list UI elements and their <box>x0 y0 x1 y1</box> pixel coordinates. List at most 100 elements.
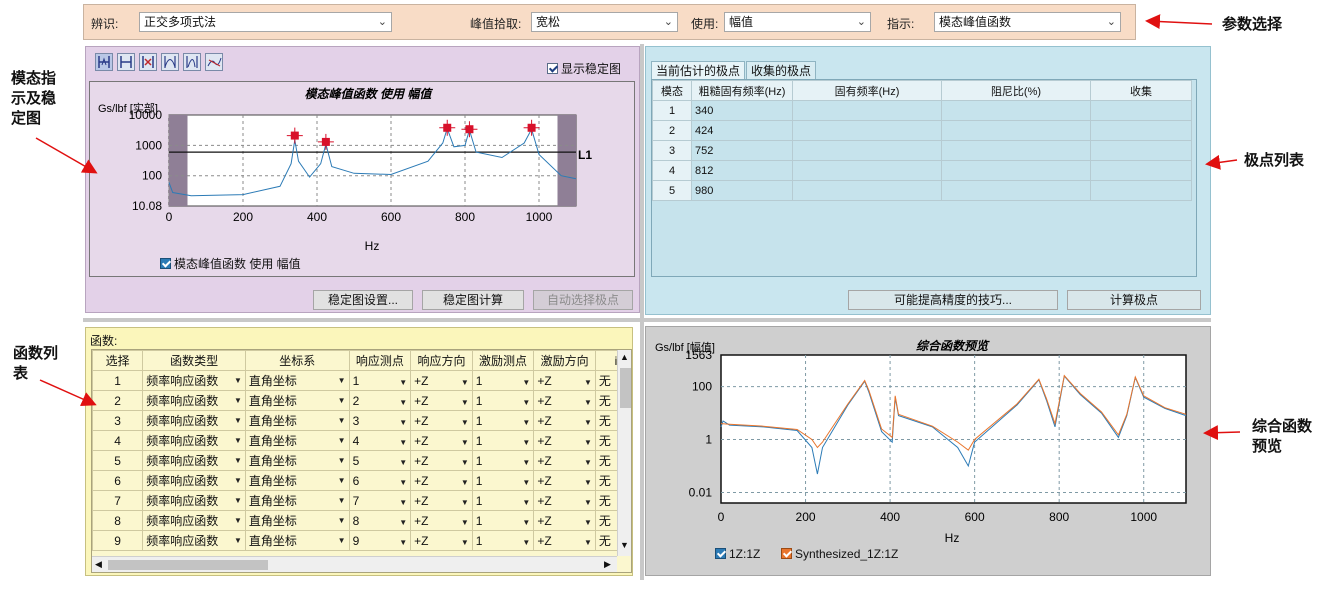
func-resp-point-cell[interactable]: 2 ▼ <box>348 390 412 411</box>
synth-legend-synthesized[interactable]: Synthesized_1Z:1Z <box>781 547 898 561</box>
indicator-select[interactable]: 模态峰值函数 ⌄ <box>934 12 1121 32</box>
func-select-cell[interactable]: 5 <box>92 450 144 471</box>
peak-marker[interactable] <box>527 123 536 132</box>
peak-select[interactable]: 宽松 ⌄ <box>531 12 678 32</box>
scroll-left-icon[interactable]: ◀ <box>95 559 102 570</box>
function-row[interactable]: 9 频率响应函数 ▼ 直角坐标 ▼ 9 ▼ +Z ▼ 1 ▼ +Z ▼ 无 <box>92 530 631 551</box>
dropdown-arrow-icon[interactable]: ▼ <box>522 478 530 487</box>
func-coord-cell[interactable]: 直角坐标 ▼ <box>244 470 350 491</box>
func-select-cell[interactable]: 7 <box>92 490 144 511</box>
pole-collect-cell[interactable] <box>1090 120 1192 141</box>
func-resp-dir-cell[interactable]: +Z ▼ <box>410 450 473 471</box>
func-select-cell[interactable]: 1 <box>92 370 144 391</box>
pole-damping-cell[interactable] <box>941 160 1091 181</box>
dropdown-arrow-icon[interactable]: ▼ <box>399 478 407 487</box>
dropdown-arrow-icon[interactable]: ▼ <box>399 378 407 387</box>
scroll-down-icon[interactable]: ▼ <box>620 540 629 550</box>
func-exc-point-cell[interactable]: 1 ▼ <box>471 410 535 431</box>
pole-collect-cell[interactable] <box>1090 140 1192 161</box>
dropdown-arrow-icon[interactable]: ▼ <box>234 536 242 545</box>
pole-rough-freq-cell[interactable]: 812 <box>691 160 793 181</box>
pole-rough-freq-cell[interactable]: 752 <box>691 140 793 161</box>
func-resp-dir-cell[interactable]: +Z ▼ <box>410 390 473 411</box>
func-exc-point-cell[interactable]: 1 ▼ <box>471 370 535 391</box>
peak-marker[interactable] <box>465 125 474 134</box>
dropdown-arrow-icon[interactable]: ▼ <box>338 516 346 525</box>
dropdown-arrow-icon[interactable]: ▼ <box>584 438 592 447</box>
func-select-cell[interactable]: 6 <box>92 470 144 491</box>
func-exc-point-cell[interactable]: 1 ▼ <box>471 390 535 411</box>
func-select-cell[interactable]: 9 <box>92 530 144 551</box>
pole-damping-cell[interactable] <box>941 120 1091 141</box>
dropdown-arrow-icon[interactable]: ▼ <box>234 376 242 385</box>
func-select-cell[interactable]: 2 <box>92 390 144 411</box>
dropdown-arrow-icon[interactable]: ▼ <box>399 538 407 547</box>
func-exc-dir-cell[interactable]: +Z ▼ <box>533 530 596 551</box>
tab-current-poles[interactable]: 当前估计的极点 <box>651 61 746 80</box>
col-mode[interactable]: 模态 <box>652 80 692 101</box>
function-row[interactable]: 6 频率响应函数 ▼ 直角坐标 ▼ 6 ▼ +Z ▼ 1 ▼ +Z ▼ 无 <box>92 470 631 491</box>
pole-rough-freq-cell[interactable]: 980 <box>691 180 793 201</box>
pole-row[interactable]: 4 812 <box>652 160 1192 181</box>
dropdown-arrow-icon[interactable]: ▼ <box>522 458 530 467</box>
func-select-cell[interactable]: 8 <box>92 510 144 531</box>
mode-legend[interactable]: 模态峰值函数 使用 幅值 <box>160 255 301 272</box>
pole-collect-cell[interactable] <box>1090 100 1192 121</box>
pole-freq-cell[interactable] <box>792 120 942 141</box>
pole-damping-cell[interactable] <box>941 180 1091 201</box>
dropdown-arrow-icon[interactable]: ▼ <box>584 478 592 487</box>
dropdown-arrow-icon[interactable]: ▼ <box>461 538 469 547</box>
toolbar-cursor-button[interactable] <box>95 53 113 71</box>
func-select-cell[interactable]: 4 <box>92 430 144 451</box>
col-coord[interactable]: 坐标系 <box>244 350 350 371</box>
dropdown-arrow-icon[interactable]: ▼ <box>522 398 530 407</box>
dropdown-arrow-icon[interactable]: ▼ <box>584 538 592 547</box>
pole-collect-cell[interactable] <box>1090 160 1192 181</box>
pole-rough-freq-cell[interactable]: 340 <box>691 100 793 121</box>
synth-legend-measured[interactable]: 1Z:1Z <box>715 547 760 561</box>
dropdown-arrow-icon[interactable]: ▼ <box>399 498 407 507</box>
func-resp-point-cell[interactable]: 6 ▼ <box>348 470 412 491</box>
func-coord-cell[interactable]: 直角坐标 ▼ <box>244 510 350 531</box>
col-func-type[interactable]: 函数类型 <box>142 350 246 371</box>
func-resp-point-cell[interactable]: 7 ▼ <box>348 490 412 511</box>
func-coord-cell[interactable]: 直角坐标 ▼ <box>244 370 350 391</box>
dropdown-arrow-icon[interactable]: ▼ <box>234 496 242 505</box>
mode-legend-checkbox[interactable] <box>160 258 171 269</box>
func-exc-dir-cell[interactable]: +Z ▼ <box>533 490 596 511</box>
toolbar-peak-button[interactable] <box>161 53 179 71</box>
pole-freq-cell[interactable] <box>792 140 942 161</box>
col-resp-dir[interactable]: 响应方向 <box>410 350 473 371</box>
dropdown-arrow-icon[interactable]: ▼ <box>584 458 592 467</box>
dropdown-arrow-icon[interactable]: ▼ <box>461 378 469 387</box>
scroll-thumb[interactable] <box>620 368 631 408</box>
func-resp-point-cell[interactable]: 4 ▼ <box>348 430 412 451</box>
function-row[interactable]: 3 频率响应函数 ▼ 直角坐标 ▼ 3 ▼ +Z ▼ 1 ▼ +Z ▼ 无 <box>92 410 631 431</box>
func-resp-point-cell[interactable]: 8 ▼ <box>348 510 412 531</box>
toolbar-fit-button[interactable] <box>205 53 223 71</box>
dropdown-arrow-icon[interactable]: ▼ <box>461 478 469 487</box>
dropdown-arrow-icon[interactable]: ▼ <box>461 518 469 527</box>
identify-select[interactable]: 正交多项式法 ⌄ <box>139 12 392 32</box>
pole-row[interactable]: 5 980 <box>652 180 1192 201</box>
pole-freq-cell[interactable] <box>792 100 942 121</box>
col-resp-point[interactable]: 响应测点 <box>348 350 412 371</box>
func-resp-dir-cell[interactable]: +Z ▼ <box>410 430 473 451</box>
horizontal-splitter[interactable] <box>83 318 1211 322</box>
dropdown-arrow-icon[interactable]: ▼ <box>234 516 242 525</box>
func-type-cell[interactable]: 频率响应函数 ▼ <box>142 510 246 531</box>
func-type-cell[interactable]: 频率响应函数 ▼ <box>142 370 246 391</box>
func-exc-point-cell[interactable]: 1 ▼ <box>471 490 535 511</box>
pole-row[interactable]: 2 424 <box>652 120 1192 141</box>
dropdown-arrow-icon[interactable]: ▼ <box>399 398 407 407</box>
toolbar-band-button[interactable] <box>117 53 135 71</box>
dropdown-arrow-icon[interactable]: ▼ <box>584 518 592 527</box>
accuracy-tips-button[interactable]: 可能提高精度的技巧... <box>848 290 1058 310</box>
func-exc-point-cell[interactable]: 1 ▼ <box>471 450 535 471</box>
col-collect[interactable]: 收集 <box>1090 80 1192 101</box>
dropdown-arrow-icon[interactable]: ▼ <box>234 416 242 425</box>
dropdown-arrow-icon[interactable]: ▼ <box>338 476 346 485</box>
func-coord-cell[interactable]: 直角坐标 ▼ <box>244 530 350 551</box>
stability-calc-button[interactable]: 稳定图计算 <box>422 290 524 310</box>
func-coord-cell[interactable]: 直角坐标 ▼ <box>244 430 350 451</box>
